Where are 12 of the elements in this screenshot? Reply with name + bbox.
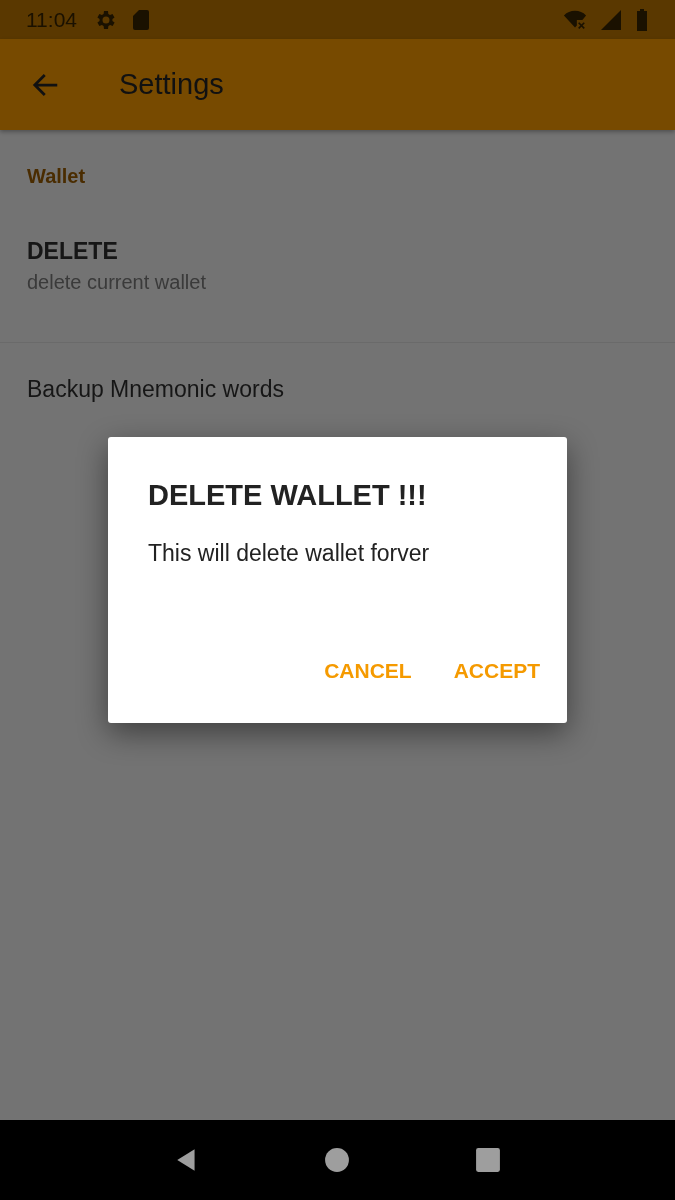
section-header: Wallet [26,164,87,189]
dialog-title: DELETE WALLET !!! [148,479,428,512]
screen-title: Settings [119,68,224,101]
settings-item[interactable]: Backup Mnemonic words [0,343,675,435]
recents-icon[interactable] [474,1147,501,1173]
dialog-message: This will delete wallet forver [148,540,431,567]
status-time: 11:04 [26,7,77,32]
dialog-button[interactable]: CANCEL [324,651,412,691]
home-icon[interactable] [324,1147,351,1173]
battery-icon [635,7,649,32]
dialog-button[interactable]: ACCEPT [453,651,540,691]
settings-item[interactable]: DELETE delete current wallet [0,190,675,343]
